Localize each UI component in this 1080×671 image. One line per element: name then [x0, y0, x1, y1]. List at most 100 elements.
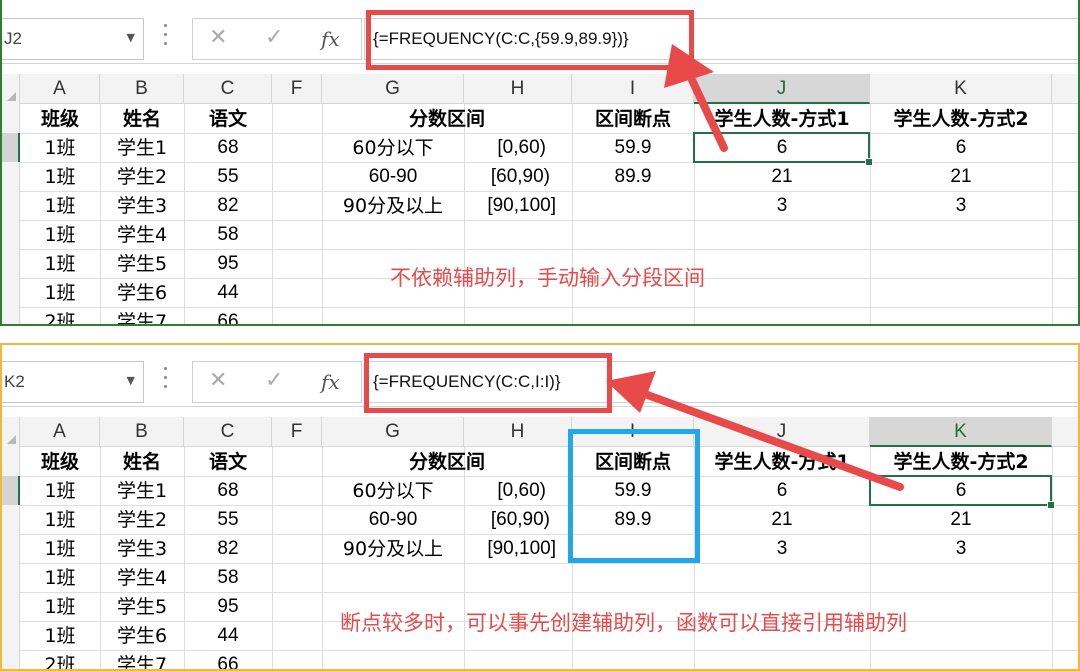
cell-range-interval[interactable]: [60,90) [464, 506, 572, 534]
insert-function-icon[interactable]: fx [321, 370, 340, 394]
select-all-corner[interactable] [2, 417, 20, 447]
cell-range-interval[interactable]: [60,90) [464, 163, 572, 191]
cancel-icon[interactable]: ✕ [209, 368, 227, 393]
header-class[interactable]: 班级 [20, 448, 100, 476]
chevron-down-icon[interactable]: ▼ [127, 31, 135, 44]
cell-range-label[interactable]: 90分及以上 [322, 535, 464, 563]
drag-handle-icon[interactable] [164, 24, 168, 52]
header-name[interactable]: 姓名 [100, 105, 184, 133]
name-box[interactable]: J2 ▼ [2, 18, 144, 60]
cell-class[interactable]: 2班 [20, 308, 100, 324]
cell-score[interactable]: 95 [184, 250, 272, 278]
col-header-a[interactable]: A [20, 417, 100, 447]
cell-count2[interactable]: 3 [870, 535, 1052, 563]
col-header-j[interactable]: J [694, 417, 870, 447]
cell-name[interactable]: 学生3 [100, 192, 184, 220]
cell-class[interactable]: 1班 [20, 622, 100, 650]
enter-check-icon[interactable]: ✓ [265, 25, 283, 50]
cell-count1[interactable]: 21 [694, 506, 870, 534]
col-header-i[interactable]: I [572, 74, 694, 104]
header-count1[interactable]: 学生人数-方式1 [694, 448, 870, 476]
cell-name[interactable]: 学生4 [100, 564, 184, 592]
cell-name[interactable]: 学生7 [100, 651, 184, 669]
cell-count2[interactable]: 21 [870, 163, 1052, 191]
cancel-icon[interactable]: ✕ [209, 25, 227, 50]
cell-breakpoint[interactable] [572, 192, 694, 220]
header-range[interactable]: 分数区间 [322, 448, 572, 476]
cell-class[interactable]: 1班 [20, 134, 100, 162]
cell-score[interactable]: 82 [184, 535, 272, 563]
header-class[interactable]: 班级 [20, 105, 100, 133]
cell-count1[interactable]: 21 [694, 163, 870, 191]
cell-count2[interactable]: 6 [870, 134, 1052, 162]
header-count2[interactable]: 学生人数-方式2 [870, 105, 1052, 133]
col-header-k[interactable]: K [870, 417, 1052, 447]
cell-score[interactable]: 58 [184, 564, 272, 592]
header-breakpoint[interactable]: 区间断点 [572, 105, 694, 133]
col-header-k[interactable]: K [870, 74, 1052, 104]
col-header-b[interactable]: B [100, 74, 184, 104]
enter-check-icon[interactable]: ✓ [265, 368, 283, 393]
cell-score[interactable]: 55 [184, 163, 272, 191]
cell-breakpoint[interactable]: 59.9 [572, 134, 694, 162]
cell-count1[interactable]: 3 [694, 535, 870, 563]
cell-range-label[interactable]: 60分以下 [322, 477, 464, 505]
drag-handle-icon[interactable] [164, 367, 168, 395]
header-count2[interactable]: 学生人数-方式2 [870, 448, 1052, 476]
cell-class[interactable]: 1班 [20, 506, 100, 534]
cell-class[interactable]: 1班 [20, 279, 100, 307]
col-header-c[interactable]: C [184, 74, 272, 104]
cell-score[interactable]: 55 [184, 506, 272, 534]
cell-name[interactable]: 学生6 [100, 622, 184, 650]
name-box[interactable]: K2 ▼ [2, 361, 144, 403]
row-header-selected[interactable] [2, 133, 20, 162]
cell-score[interactable]: 44 [184, 279, 272, 307]
cell-class[interactable]: 1班 [20, 535, 100, 563]
header-count1[interactable]: 学生人数-方式1 [694, 105, 870, 133]
cell-class[interactable]: 1班 [20, 250, 100, 278]
cell-score[interactable]: 95 [184, 593, 272, 621]
cell-name[interactable]: 学生6 [100, 279, 184, 307]
col-header-a[interactable]: A [20, 74, 100, 104]
col-header-f[interactable]: F [272, 417, 322, 447]
col-header-h[interactable]: H [464, 417, 572, 447]
insert-function-icon[interactable]: fx [321, 27, 340, 51]
header-chinese[interactable]: 语文 [184, 448, 272, 476]
cell-count1[interactable]: 6 [694, 477, 870, 505]
header-range[interactable]: 分数区间 [322, 105, 572, 133]
cell-name[interactable]: 学生4 [100, 221, 184, 249]
cell-name[interactable]: 学生5 [100, 593, 184, 621]
col-header-f[interactable]: F [272, 74, 322, 104]
cell-range-interval[interactable]: [0,60) [464, 477, 572, 505]
cell-name[interactable]: 学生3 [100, 535, 184, 563]
cell-class[interactable]: 2班 [20, 651, 100, 669]
cell-score[interactable]: 66 [184, 308, 272, 324]
cell-range-interval[interactable]: [0,60) [464, 134, 572, 162]
cell-class[interactable]: 1班 [20, 477, 100, 505]
cell-score[interactable]: 68 [184, 477, 272, 505]
col-header-c[interactable]: C [184, 417, 272, 447]
cell-range-interval[interactable]: [90,100] [464, 535, 572, 563]
cell-range-label[interactable]: 90分及以上 [322, 192, 464, 220]
cell-class[interactable]: 1班 [20, 221, 100, 249]
row-header-selected[interactable] [2, 476, 20, 505]
cell-score[interactable]: 58 [184, 221, 272, 249]
cell-count1[interactable]: 3 [694, 192, 870, 220]
select-all-corner[interactable] [2, 74, 20, 104]
col-header-h[interactable]: H [464, 74, 572, 104]
cell-name[interactable]: 学生1 [100, 134, 184, 162]
cell-range-interval[interactable]: [90,100] [464, 192, 572, 220]
cell-range-label[interactable]: 60-90 [322, 163, 464, 191]
col-header-g[interactable]: G [322, 417, 464, 447]
cell-name[interactable]: 学生7 [100, 308, 184, 324]
cell-score[interactable]: 68 [184, 134, 272, 162]
cell-name[interactable]: 学生5 [100, 250, 184, 278]
cell-score[interactable]: 66 [184, 651, 272, 669]
cell-count2[interactable]: 3 [870, 192, 1052, 220]
cell-score[interactable]: 44 [184, 622, 272, 650]
cell-class[interactable]: 1班 [20, 163, 100, 191]
chevron-down-icon[interactable]: ▼ [127, 374, 135, 387]
cell-class[interactable]: 1班 [20, 192, 100, 220]
col-header-j[interactable]: J [694, 74, 870, 104]
cell-name[interactable]: 学生2 [100, 163, 184, 191]
